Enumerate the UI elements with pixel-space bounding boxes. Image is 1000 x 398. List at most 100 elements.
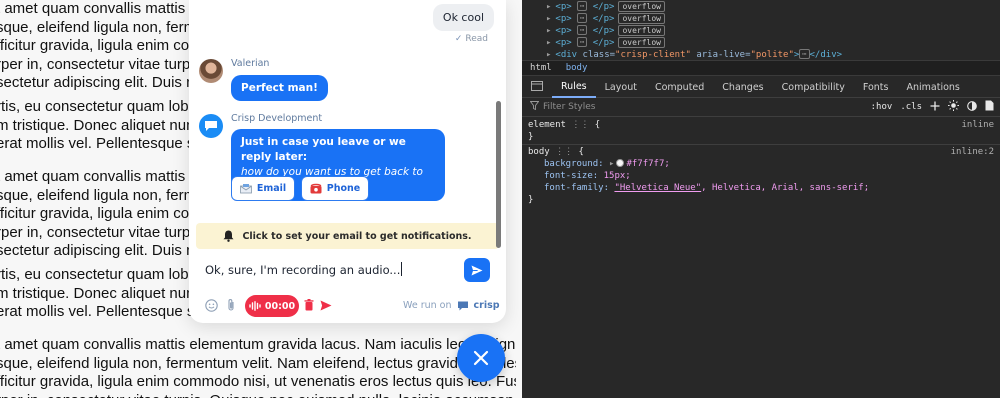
element-rule-source[interactable]: inline xyxy=(961,119,994,132)
smiley-icon xyxy=(204,298,218,312)
overflow-badge[interactable]: overflow xyxy=(618,25,665,36)
tab-layout[interactable]: Layout xyxy=(596,77,646,98)
dom-node-line[interactable]: ▸ <p> ⋯ </p> overflow xyxy=(546,13,665,24)
filter-toolbar: :hov .cls xyxy=(871,100,994,114)
declaration-font-size[interactable]: font-size: 15px; xyxy=(544,170,631,183)
dark-theme-icon[interactable] xyxy=(967,100,977,114)
background-text-line: t amet quam convallis mattis elementum g… xyxy=(0,336,516,353)
breadcrumb: html body xyxy=(522,60,1000,76)
ellipsis-icon[interactable]: ⋯ xyxy=(799,49,810,59)
chat-widget: Ok cool ✓ Read Valerian Perfect man! Cris… xyxy=(189,0,506,323)
read-status: ✓ Read xyxy=(455,34,488,44)
phone-choice-button[interactable]: Phone xyxy=(301,176,369,201)
operator-message-text: Perfect man! xyxy=(241,82,318,94)
tab-fonts[interactable]: Fonts xyxy=(854,77,898,98)
devtools-panel: ▸ <p> ⋯ </p> overflow ▸ <p> ⋯ </p> overflow … xyxy=(522,0,1000,398)
attach-button[interactable] xyxy=(225,298,237,312)
expand-arrow-icon[interactable]: ▸ xyxy=(546,38,551,48)
overflow-badge[interactable]: overflow xyxy=(618,1,665,12)
light-theme-icon[interactable] xyxy=(948,100,959,114)
body-rule-source[interactable]: inline:2 xyxy=(951,146,994,159)
rule-divider xyxy=(522,144,1000,145)
breadcrumb-html[interactable]: html xyxy=(530,63,552,73)
crisp-logo-icon xyxy=(457,301,468,310)
email-choice-label: Email xyxy=(256,183,287,194)
document-icon[interactable] xyxy=(985,100,994,114)
operator-avatar xyxy=(199,59,223,83)
discard-recording-button[interactable] xyxy=(303,298,315,312)
user-message-bubble: Ok cool xyxy=(432,4,494,31)
background-text-line: sque, eleifend ligula non, fermentum vel… xyxy=(0,354,516,372)
operator-name: Valerian xyxy=(231,58,270,69)
ellipsis-icon[interactable]: ⋯ xyxy=(577,1,588,11)
operator-name: Crisp Development xyxy=(231,113,323,124)
color-swatch[interactable] xyxy=(616,159,625,167)
add-rule-icon[interactable] xyxy=(930,101,940,114)
rule-menu-icon[interactable]: ⋮⋮ xyxy=(571,120,589,130)
email-choice-button[interactable]: Email xyxy=(231,176,295,201)
expand-arrow-icon[interactable]: ▸ xyxy=(546,50,551,60)
element-rule-header[interactable]: element ⋮⋮ { xyxy=(528,119,600,132)
expand-arrow-icon[interactable]: ▸ xyxy=(546,2,551,12)
panel-layout-icon[interactable] xyxy=(522,80,552,94)
rule-menu-icon[interactable]: ⋮⋮ xyxy=(555,147,573,157)
dom-node-line[interactable]: ▸ <p> ⋯ </p> overflow xyxy=(546,1,665,12)
paperclip-icon xyxy=(228,299,234,311)
tab-changes[interactable]: Changes xyxy=(713,77,772,98)
hover-state-toggle[interactable]: :hov xyxy=(871,102,893,112)
email-notification-bar[interactable]: Click to set your email to get notificat… xyxy=(196,223,499,249)
send-button[interactable] xyxy=(464,258,490,282)
chat-scrollbar[interactable] xyxy=(496,101,501,248)
dom-node-crisp-client[interactable]: ▸ <div class="crisp-client" aria-live="po… xyxy=(546,49,842,60)
background-text-line: fficitur gravida, ligula enim commodo ni… xyxy=(0,373,516,390)
overflow-badge[interactable]: overflow xyxy=(618,37,665,48)
tab-animations[interactable]: Animations xyxy=(897,77,968,98)
filter-styles-input[interactable]: Filter Styles xyxy=(543,102,595,112)
waveform-icon xyxy=(249,301,261,311)
filter-icon xyxy=(529,101,540,113)
message-input-value: Ok, sure, I'm recording an audio... xyxy=(205,263,401,277)
chat-bubble-icon xyxy=(205,121,217,131)
expand-arrow-icon[interactable]: ▸ xyxy=(609,159,614,169)
ellipsis-icon[interactable]: ⋯ xyxy=(577,13,588,23)
filter-bar: Filter Styles :hov .cls xyxy=(522,98,1000,117)
overflow-badge[interactable]: overflow xyxy=(618,13,665,24)
expand-arrow-icon[interactable]: ▸ xyxy=(546,14,551,24)
close-chat-button[interactable] xyxy=(457,334,505,382)
run-on-label: We run on xyxy=(403,300,452,311)
bell-icon xyxy=(223,230,234,242)
declaration-background[interactable]: background: ▸ #f7f7f7; xyxy=(544,158,670,171)
audio-recording-indicator: 00:00 xyxy=(245,295,299,317)
send-icon xyxy=(320,300,331,310)
ellipsis-icon[interactable]: ⋯ xyxy=(577,37,588,47)
operator-message-bubble: Perfect man! xyxy=(231,75,328,101)
operator-message-line1: Just in case you leave or we reply later… xyxy=(241,136,406,163)
expand-arrow-icon[interactable]: ▸ xyxy=(546,26,551,36)
read-label: Read xyxy=(465,34,488,44)
tab-compatibility[interactable]: Compatibility xyxy=(773,77,854,98)
tab-rules[interactable]: Rules xyxy=(552,77,596,98)
sidebar-tabs: Rules Layout Computed Changes Compatibil… xyxy=(522,77,1000,98)
recording-time: 00:00 xyxy=(264,300,296,312)
dom-node-line[interactable]: ▸ <p> ⋯ </p> overflow xyxy=(546,37,665,48)
background-text-line: rper in, consectetur vitae turpis. Quisq… xyxy=(0,392,516,398)
tab-computed[interactable]: Computed xyxy=(646,77,713,98)
dom-node-line[interactable]: ▸ <p> ⋯ </p> overflow xyxy=(546,25,665,36)
send-recording-button[interactable] xyxy=(319,298,332,312)
phone-choice-label: Phone xyxy=(326,183,361,194)
message-input[interactable]: Ok, sure, I'm recording an audio... xyxy=(205,262,403,277)
declaration-font-family[interactable]: font-family: "Helvetica Neue", Helvetica… xyxy=(544,182,869,195)
class-toggle[interactable]: .cls xyxy=(900,102,922,112)
powered-by[interactable]: We run on crisp xyxy=(403,300,500,311)
body-rule-close: } xyxy=(528,195,534,205)
phone-icon xyxy=(310,183,322,194)
notification-text: Click to set your email to get notificat… xyxy=(242,230,472,242)
background-paragraph: t amet quam convallis mattis elementum g… xyxy=(0,336,516,398)
ellipsis-icon[interactable]: ⋯ xyxy=(577,25,588,35)
brand-name: crisp xyxy=(473,300,500,311)
breadcrumb-body[interactable]: body xyxy=(566,63,588,73)
body-rule-header[interactable]: body ⋮⋮ { xyxy=(528,146,584,159)
dom-tree: ▸ <p> ⋯ </p> overflow ▸ <p> ⋯ </p> overflow … xyxy=(522,0,1000,60)
emoji-button[interactable] xyxy=(204,298,218,312)
text-caret xyxy=(401,262,403,276)
